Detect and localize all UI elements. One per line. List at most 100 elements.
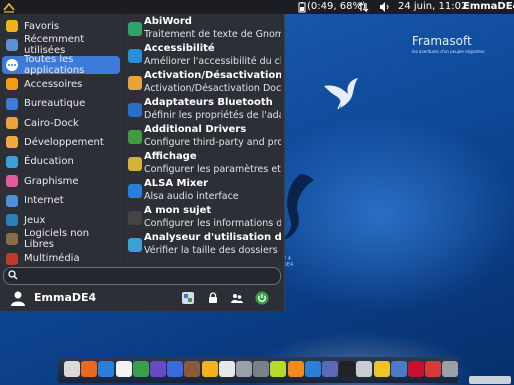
vlc-icon[interactable]: [287, 361, 304, 377]
app-name: AbiWord: [144, 16, 192, 27]
category-item[interactable]: Bureautique: [2, 95, 120, 113]
category-item[interactable]: Jeux: [2, 211, 120, 229]
session-username[interactable]: EmmaDE4: [463, 0, 514, 14]
menu-launcher-icon[interactable]: [3, 0, 15, 14]
star-app-icon[interactable]: [201, 361, 218, 377]
firefox-icon[interactable]: [81, 361, 98, 377]
category-label: Multimédia: [24, 253, 80, 265]
category-label: Cairo-Dock: [24, 117, 79, 129]
app-item[interactable]: Analyseur d'utilisation de ... Vérifier l…: [125, 231, 285, 258]
cairo-dock-icon: [6, 117, 18, 129]
user-bar: EmmaDE4: [0, 286, 284, 311]
system-settings-icon[interactable]: [181, 291, 195, 305]
logout-icon[interactable]: [255, 291, 269, 305]
software-center-icon[interactable]: [98, 361, 115, 377]
category-label: Éducation: [24, 156, 74, 168]
category-item[interactable]: Cairo-Dock: [2, 114, 120, 132]
folder-icon[interactable]: [373, 361, 390, 377]
office-icon: [6, 97, 18, 110]
internet-icon: [6, 194, 18, 207]
app-name: Affichage: [144, 151, 197, 162]
app-item[interactable]: Additional Drivers Configure third-party …: [125, 123, 285, 150]
tux-icon[interactable]: [218, 361, 235, 377]
development-icon: [6, 136, 18, 149]
category-label: Graphisme: [24, 175, 79, 187]
lime-app-icon[interactable]: [270, 361, 287, 377]
app-name: Analyseur d'utilisation de ...: [144, 232, 281, 243]
libreoffice-icon[interactable]: [132, 361, 149, 377]
app-item[interactable]: Affichage Configurer les paramètres et l.…: [125, 150, 285, 177]
display-icon: [128, 157, 142, 171]
application-list: AbiWord Traitement de texte de Gnome... Ac…: [124, 14, 285, 265]
search-icon: [8, 270, 18, 283]
disk-usage-icon: [128, 238, 142, 252]
video-editor-icon[interactable]: [150, 361, 166, 377]
dock: [58, 357, 459, 383]
app-description: Activation/Désactivation Dock ...: [144, 83, 281, 94]
settings-icon[interactable]: [236, 361, 252, 377]
volume-icon[interactable]: [379, 0, 391, 14]
application-menu: Favoris Récemment utilisées Toutes les app…: [0, 14, 285, 311]
category-label: Accessoires: [24, 78, 83, 90]
category-label: Jeux: [24, 214, 46, 226]
app-item[interactable]: AbiWord Traitement de texte de Gnome...: [125, 15, 285, 42]
app-name: Adaptateurs Bluetooth: [144, 97, 273, 108]
category-item[interactable]: Logiciels non Libres: [2, 228, 120, 250]
app-item[interactable]: Accessibilité Améliorer l'accessibilité d…: [125, 42, 285, 69]
switch-user-icon[interactable]: [230, 291, 244, 305]
scanner-icon[interactable]: [253, 361, 270, 377]
category-item[interactable]: Éducation: [2, 153, 120, 171]
terminal-icon[interactable]: [339, 361, 356, 377]
category-item[interactable]: Toutes les applications: [2, 54, 120, 76]
education-icon: [6, 155, 18, 168]
star-icon: [6, 20, 18, 32]
bird-illustration: [324, 78, 358, 110]
network-icon[interactable]: [358, 0, 370, 14]
brand-name: Framasoft: [412, 34, 472, 48]
abiword-icon: [128, 22, 142, 36]
search-field[interactable]: [3, 267, 281, 285]
app-description: Alsa audio interface: [144, 191, 239, 202]
lock-icon[interactable]: [206, 291, 220, 305]
app-item[interactable]: À mon sujet Configurer les informations d…: [125, 204, 285, 231]
media-player-icon[interactable]: [167, 361, 184, 377]
app-description: Configure third-party and prop...: [144, 137, 281, 148]
home-folder-icon[interactable]: [64, 361, 80, 377]
folder-recent-icon: [6, 39, 18, 52]
category-item[interactable]: Graphisme: [2, 172, 120, 190]
trash-icon[interactable]: [442, 361, 459, 377]
category-item[interactable]: Internet: [2, 192, 120, 210]
user-name: EmmaDE4: [34, 291, 97, 304]
category-item[interactable]: Favoris: [2, 17, 120, 35]
help-icon[interactable]: [304, 361, 321, 377]
package-icon[interactable]: [390, 361, 407, 377]
app-item[interactable]: Adaptateurs Bluetooth Définir les proprié…: [125, 96, 285, 123]
clock[interactable]: 24 juin, 11:02: [398, 0, 467, 14]
app-item[interactable]: Activation/Désactivation Doc... Activatio…: [125, 69, 285, 96]
workspace-icon[interactable]: [322, 361, 338, 377]
app-description: Configurer les paramètres et l...: [144, 164, 281, 175]
app-item[interactable]: ALSA Mixer Alsa audio interface: [125, 177, 285, 204]
cairo-dock-toggle-icon: [128, 76, 142, 90]
files-icon[interactable]: [356, 361, 373, 377]
accessibility-icon: [128, 49, 142, 63]
battery-icon[interactable]: [298, 0, 306, 14]
category-item[interactable]: Récemment utilisées: [2, 34, 120, 56]
all-apps-icon: [6, 58, 18, 71]
category-label: Favoris: [24, 20, 60, 32]
app-description: Vérifier la taille des dossiers et...: [144, 245, 281, 256]
debian-icon[interactable]: [408, 361, 424, 377]
category-label: Développement: [24, 136, 104, 148]
text-editor-icon[interactable]: [115, 361, 132, 377]
gimp-icon[interactable]: [184, 361, 201, 377]
category-item[interactable]: Accessoires: [2, 75, 120, 93]
category-item[interactable]: Développement: [2, 133, 120, 151]
category-item[interactable]: Multimédia: [2, 250, 120, 265]
app-name: ALSA Mixer: [144, 178, 209, 189]
power-icon[interactable]: [425, 361, 442, 377]
app-name: Additional Drivers: [144, 124, 247, 135]
category-label: Internet: [24, 195, 64, 207]
drivers-icon: [128, 130, 142, 144]
search-input[interactable]: [20, 269, 270, 281]
app-name: Accessibilité: [144, 43, 215, 54]
